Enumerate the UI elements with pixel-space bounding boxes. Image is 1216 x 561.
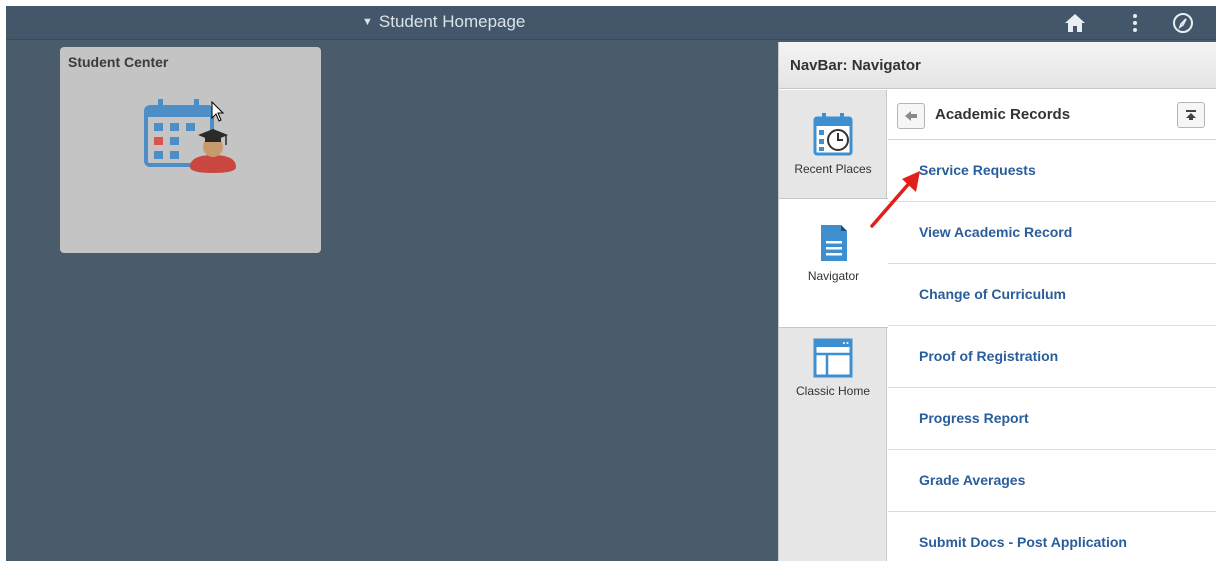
- navigator-list-header: Academic Records: [888, 90, 1216, 140]
- tab-classic-home[interactable]: Classic Home: [779, 328, 887, 434]
- back-button[interactable]: [897, 103, 925, 129]
- top-bar: ▼ Student Homepage: [6, 6, 1216, 40]
- navigator-folder-title: Academic Records: [935, 106, 1071, 123]
- compass-icon[interactable]: [1168, 9, 1198, 37]
- nav-item-proof-of-registration[interactable]: Proof of Registration: [888, 326, 1216, 388]
- nav-item-label: Grade Averages: [919, 472, 1026, 488]
- caret-down-icon: ▼: [362, 16, 373, 28]
- tab-navigator[interactable]: Navigator: [779, 198, 888, 328]
- nav-item-submit-docs[interactable]: Submit Docs - Post Application: [888, 512, 1216, 561]
- nav-item-grade-averages[interactable]: Grade Averages: [888, 450, 1216, 512]
- tab-label: Classic Home: [795, 384, 870, 398]
- navbar-tabs: Recent Places Navigator Classic Home: [779, 90, 888, 561]
- nav-item-change-of-curriculum[interactable]: Change of Curriculum: [888, 264, 1216, 326]
- nav-item-label: Service Requests: [919, 162, 1036, 178]
- nav-item-service-requests[interactable]: Service Requests: [888, 140, 1216, 202]
- student-center-tile[interactable]: Student Center: [60, 47, 321, 253]
- tab-label: Navigator: [807, 269, 860, 283]
- navbar-panel: NavBar: Navigator Recent Places Navigato…: [778, 42, 1216, 561]
- vertical-dots-icon[interactable]: [1120, 9, 1150, 37]
- tab-recent-places[interactable]: Recent Places: [779, 90, 887, 198]
- calendar-graduate-icon: [144, 99, 236, 173]
- home-icon[interactable]: [1060, 9, 1090, 37]
- arrow-left-icon: [905, 111, 917, 121]
- calendar-clock-icon: [813, 113, 853, 156]
- nav-item-label: Submit Docs - Post Application: [919, 534, 1127, 550]
- app-frame: ▼ Student Homepage Student Center NavBar…: [6, 6, 1216, 561]
- nav-item-view-academic-record[interactable]: View Academic Record: [888, 202, 1216, 264]
- tile-title: Student Center: [68, 54, 169, 70]
- mouse-pointer-icon: [211, 101, 225, 122]
- navbar-title: NavBar: Navigator: [790, 57, 921, 74]
- nav-item-label: Proof of Registration: [919, 348, 1059, 364]
- tab-label: Recent Places: [794, 162, 872, 176]
- nav-item-label: Progress Report: [919, 410, 1029, 426]
- browser-window-icon: [813, 338, 853, 378]
- navbar-header: NavBar: Navigator: [779, 42, 1216, 89]
- page-title-dropdown[interactable]: ▼ Student Homepage: [362, 9, 525, 35]
- arrow-up-bar-icon: [1186, 110, 1196, 120]
- navigator-list: Academic Records Service Requests View A…: [888, 90, 1216, 561]
- nav-item-label: View Academic Record: [919, 224, 1073, 240]
- page-title: Student Homepage: [378, 12, 526, 31]
- document-icon: [820, 225, 847, 261]
- scroll-to-top-button[interactable]: [1177, 102, 1205, 128]
- nav-item-progress-report[interactable]: Progress Report: [888, 388, 1216, 450]
- nav-item-label: Change of Curriculum: [919, 286, 1067, 302]
